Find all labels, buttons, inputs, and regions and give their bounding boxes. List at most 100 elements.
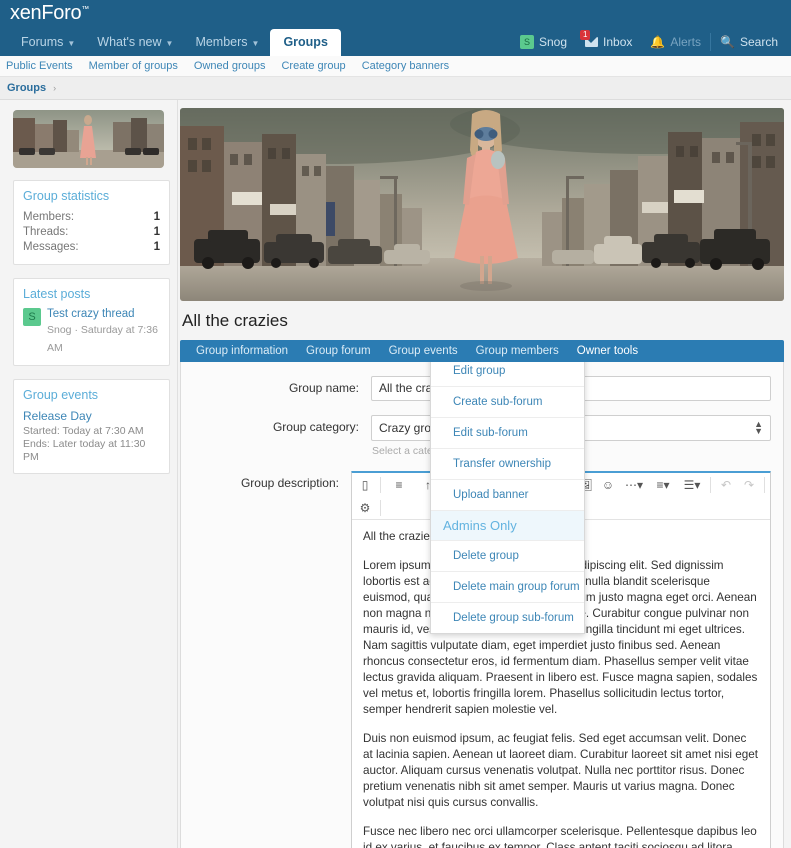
latest-posts-card: Latest posts S Test crazy thread Snog · … (13, 278, 170, 366)
chevron-down-icon: ▼ (67, 39, 75, 48)
chevron-down-icon: ▼ (252, 39, 260, 48)
alerts-link[interactable]: 🔔 Alerts (641, 28, 710, 56)
nav-item-groups-label: Groups (283, 35, 327, 49)
chevron-right-icon: › (53, 83, 56, 93)
tab-group-members[interactable]: Group members (467, 345, 568, 357)
inbox-badge: 1 (580, 30, 590, 40)
group-name-label: Group name: (181, 376, 371, 401)
stat-row-messages: Messages: 1 (23, 240, 160, 255)
search-icon: 🔍 (720, 35, 735, 49)
nav-item-members-label: Members (195, 35, 247, 49)
search-link[interactable]: 🔍 Search (711, 28, 787, 56)
stat-label-members: Members: (23, 210, 74, 225)
tab-owner-tools[interactable]: Owner tools (568, 345, 647, 357)
remove-format-icon[interactable]: ▯ (354, 474, 376, 495)
undo-icon[interactable]: ↶ (715, 474, 737, 495)
font-family-icon[interactable]: ≡ (385, 474, 413, 495)
nav-item-forums-label: Forums (21, 35, 63, 49)
breadcrumb-item-groups[interactable]: Groups (7, 82, 46, 94)
list-item[interactable]: S Test crazy thread Snog · Saturday at 7… (23, 308, 160, 356)
menu-item-delete-main-group-forum[interactable]: Delete main group forum (431, 572, 584, 603)
group-banner-thumbnail-image (13, 110, 164, 168)
nav-item-whats-new[interactable]: What's new▼ (86, 29, 184, 56)
stat-row-threads: Threads: 1 (23, 225, 160, 240)
avatar: S (520, 35, 534, 49)
align-icon[interactable]: ≡▾ (649, 474, 677, 495)
sidebar-group-banner[interactable] (13, 110, 164, 168)
post-meta: Snog · Saturday at 7:36 AM (47, 324, 158, 354)
stat-label-threads: Threads: (23, 225, 68, 240)
editor-settings-icon[interactable]: ⚙ (354, 497, 376, 518)
latest-posts-title: Latest posts (23, 287, 160, 301)
list-item[interactable]: Release Day Started: Today at 7:30 AM En… (23, 409, 160, 464)
site-logo-text: xenForo (10, 2, 81, 24)
search-label: Search (740, 35, 778, 49)
toolbar-divider (380, 500, 381, 516)
site-header: xenForo™ (0, 0, 791, 28)
menu-item-upload-banner[interactable]: Upload banner (431, 480, 584, 511)
main-content: All the crazies Group information Group … (178, 100, 791, 848)
subnav-item-public-events[interactable]: Public Events (6, 60, 73, 72)
group-statistics-card: Group statistics Members: 1 Threads: 1 M… (13, 180, 170, 265)
username-label: Snog (539, 35, 567, 49)
sidebar: Group statistics Members: 1 Threads: 1 M… (0, 100, 178, 848)
select-spinner-icon: ▲▼ (754, 421, 763, 435)
subnav-item-owned-groups[interactable]: Owned groups (194, 60, 266, 72)
nav-item-forums[interactable]: Forums ▼ (10, 29, 86, 56)
group-banner[interactable] (180, 108, 784, 301)
group-description-label: Group description: (181, 471, 351, 848)
avatar: S (23, 308, 41, 326)
page-body: Group statistics Members: 1 Threads: 1 M… (0, 100, 791, 848)
stat-row-members: Members: 1 (23, 210, 160, 225)
menu-item-transfer-ownership[interactable]: Transfer ownership (431, 449, 584, 480)
menu-section-admins-only: Admins Only (431, 511, 584, 541)
chevron-down-icon: ▼ (166, 39, 174, 48)
group-events-title: Group events (23, 388, 160, 402)
insert-icon[interactable]: ⋯▾ (620, 474, 648, 495)
page-title: All the crazies (182, 311, 784, 331)
alerts-label: Alerts (670, 35, 701, 49)
tab-group-information[interactable]: Group information (187, 345, 297, 357)
breadcrumb: Groups › (0, 77, 791, 100)
toolbar-divider (710, 477, 711, 493)
inbox-link[interactable]: 1 Inbox (576, 28, 641, 56)
description-paragraph-3: Duis non euismod ipsum, ac feugiat felis… (363, 731, 759, 811)
group-tabs: Group information Group forum Group even… (180, 340, 784, 362)
nav-item-members[interactable]: Members ▼ (184, 29, 270, 56)
site-logo[interactable]: xenForo™ (10, 2, 89, 25)
redo-icon[interactable]: ↷ (738, 474, 760, 495)
menu-item-delete-group-sub-forum[interactable]: Delete group sub-forum (431, 603, 584, 633)
group-category-label: Group category: (181, 415, 371, 457)
bell-icon: 🔔 (650, 35, 665, 49)
emoji-icon[interactable]: ☺ (597, 474, 619, 495)
toolbar-divider (764, 477, 765, 493)
stat-value-members: 1 (154, 210, 160, 225)
user-menu[interactable]: S Snog (511, 28, 576, 56)
nav-item-groups[interactable]: Groups (270, 29, 340, 56)
group-statistics-title: Group statistics (23, 189, 160, 203)
stat-value-messages: 1 (154, 240, 160, 255)
post-title-link[interactable]: Test crazy thread (47, 308, 160, 320)
main-navigation: Forums ▼ What's new▼ Members ▼ Groups S Sn… (0, 28, 791, 56)
tab-group-events[interactable]: Group events (380, 345, 467, 357)
menu-item-edit-group[interactable]: Edit group (431, 362, 584, 387)
event-ends: Ends: Later today at 11:30 PM (23, 438, 160, 464)
subnav-item-create-group[interactable]: Create group (281, 60, 345, 72)
subnav-item-category-banners[interactable]: Category banners (362, 60, 449, 72)
owner-tools-panel: Group name: All the crazies Group catego… (180, 362, 784, 848)
sub-navigation: Public Events Member of groups Owned gro… (0, 56, 791, 77)
menu-item-edit-sub-forum[interactable]: Edit sub-forum (431, 418, 584, 449)
stat-value-threads: 1 (154, 225, 160, 240)
toolbar-divider (380, 477, 381, 493)
event-started: Started: Today at 7:30 AM (23, 425, 160, 438)
menu-item-delete-group[interactable]: Delete group (431, 541, 584, 572)
inbox-label: Inbox (603, 35, 632, 49)
event-title-link[interactable]: Release Day (23, 409, 160, 423)
user-navigation: S Snog 1 Inbox 🔔 Alerts 🔍 Search (511, 28, 787, 56)
tab-group-forum[interactable]: Group forum (297, 345, 380, 357)
group-banner-image (180, 108, 784, 301)
menu-item-create-sub-forum[interactable]: Create sub-forum (431, 387, 584, 418)
group-events-card: Group events Release Day Started: Today … (13, 379, 170, 474)
list-icon[interactable]: ☰▾ (678, 474, 706, 495)
subnav-item-member-of-groups[interactable]: Member of groups (89, 60, 178, 72)
